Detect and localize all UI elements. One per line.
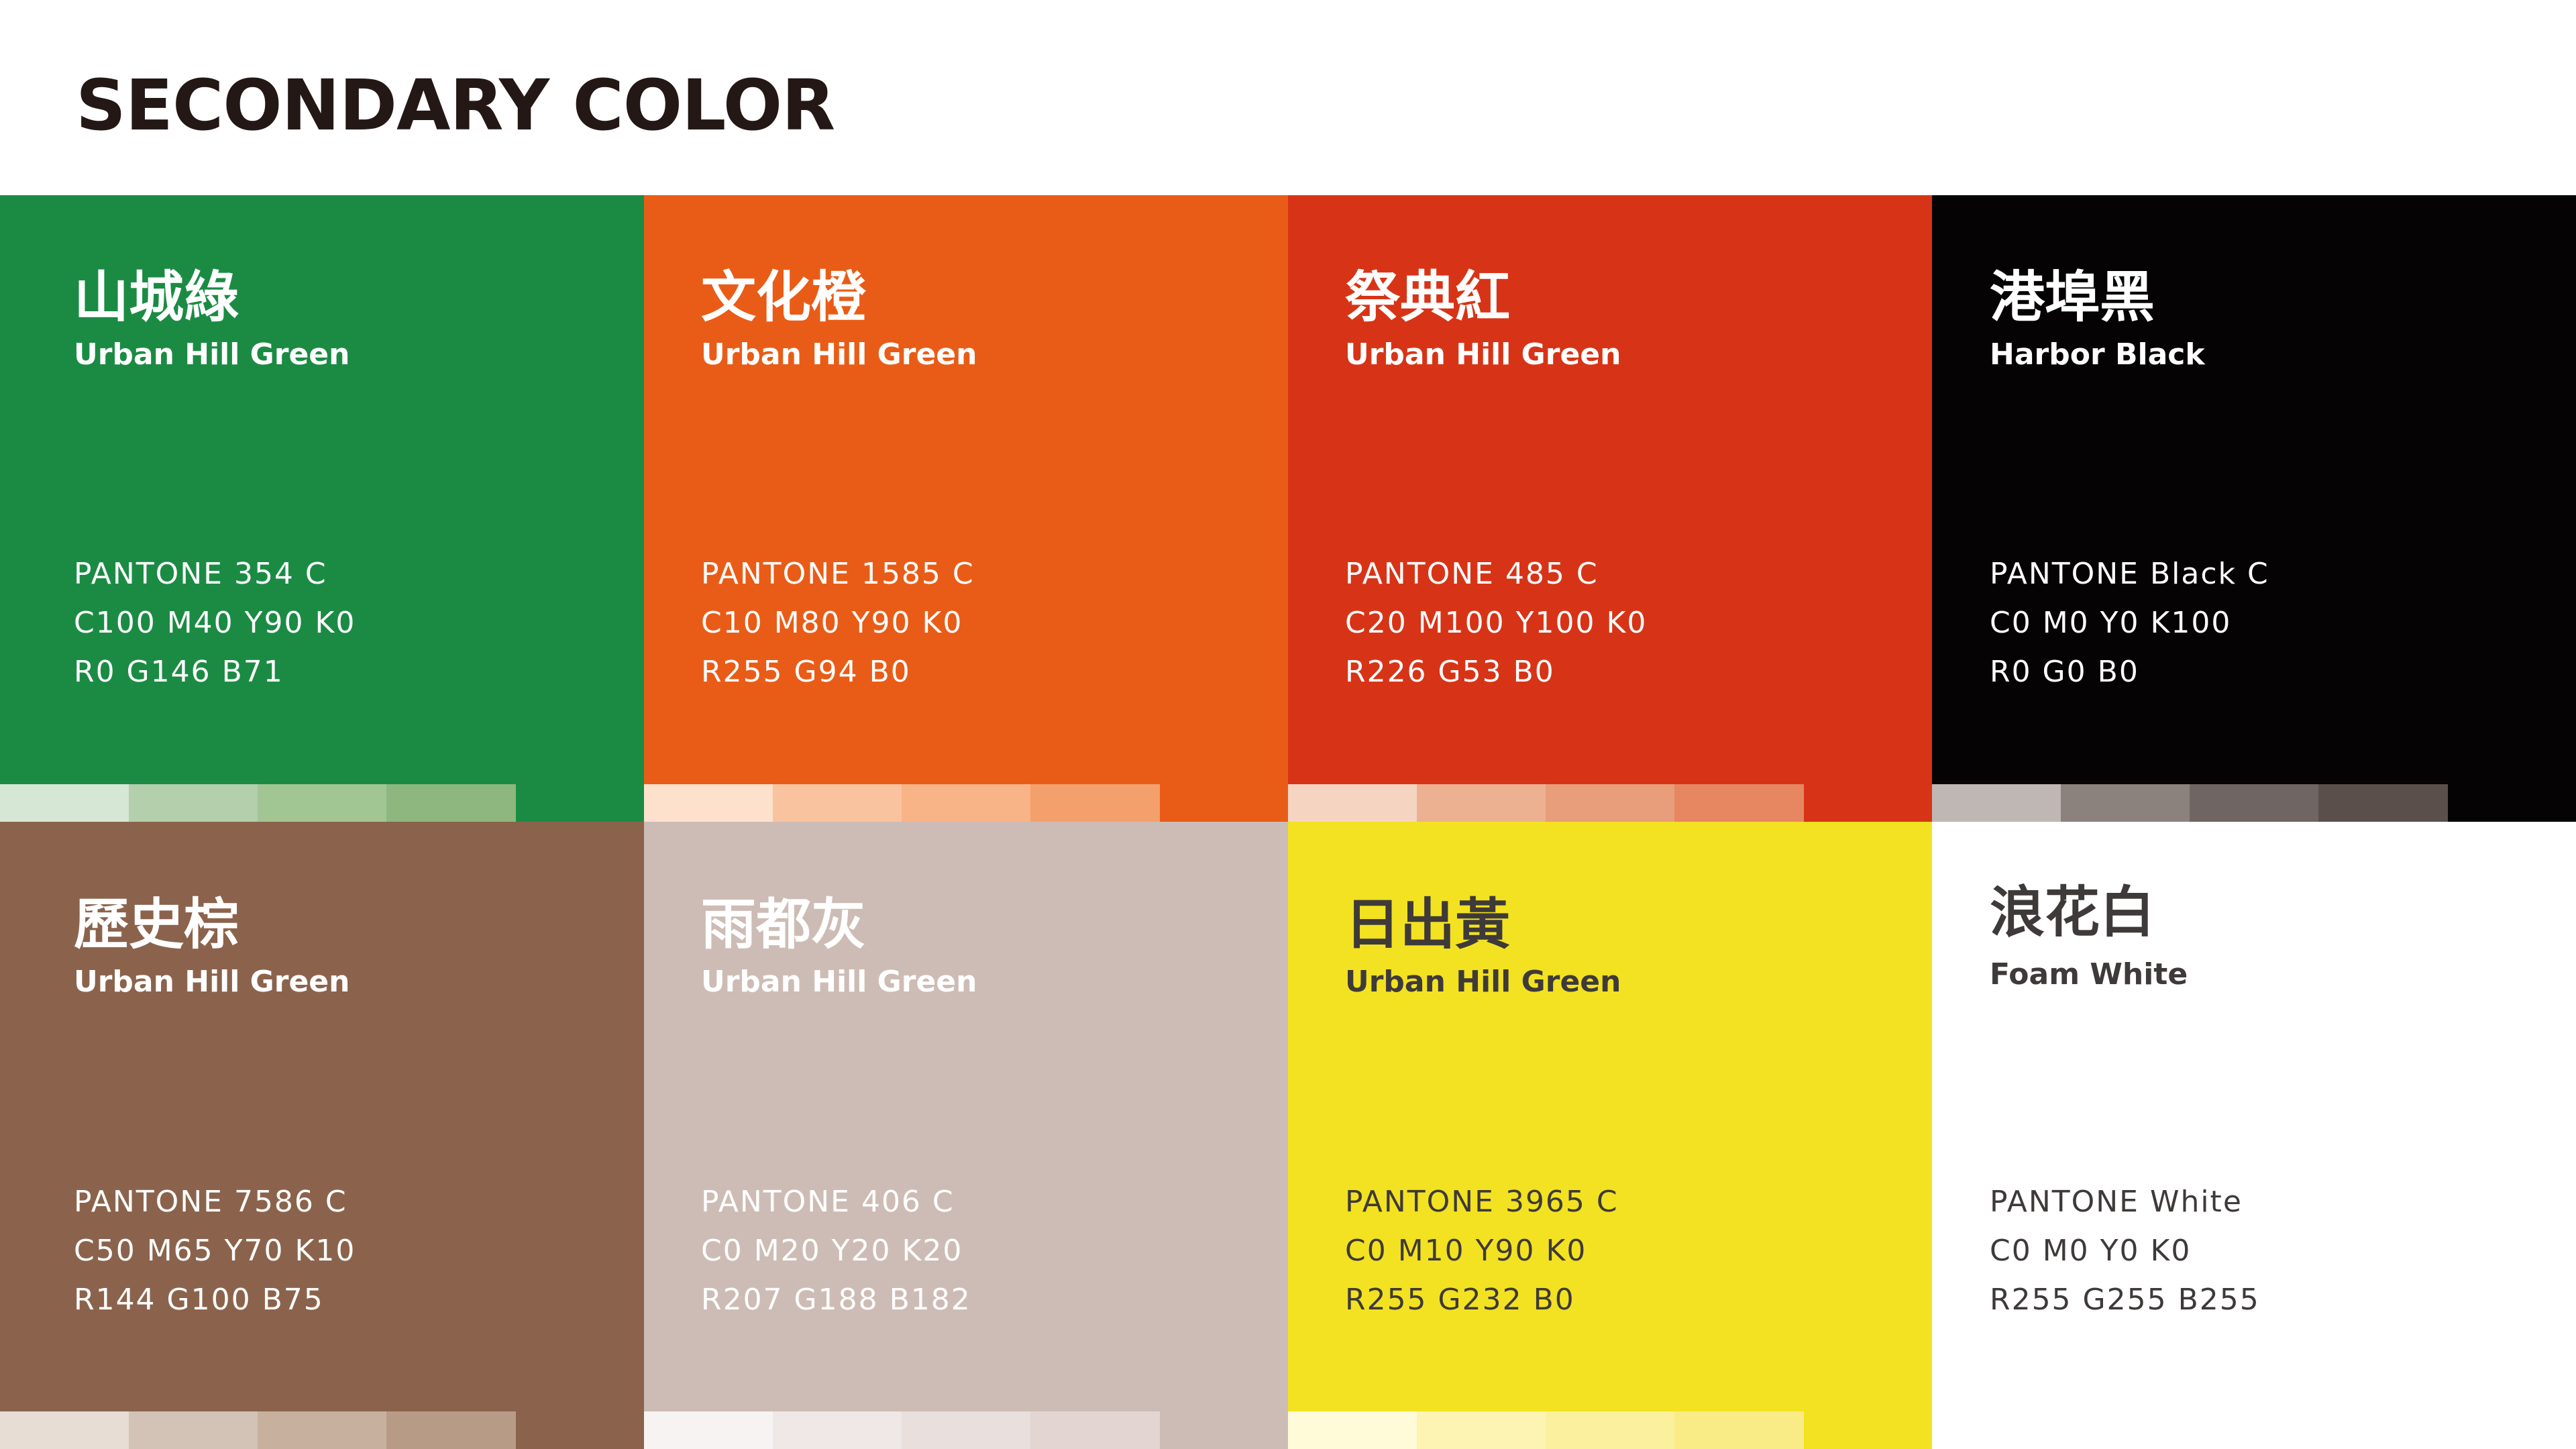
swatch-harbor-black: 港埠黑 Harbor Black PANTONE Black C C0 M0 Y… <box>1932 195 2576 822</box>
swatch-english-name: Foam White <box>1990 957 2188 991</box>
rgb-values: R226 G53 B0 <box>1345 655 1555 689</box>
tint-swatch-2 <box>129 784 258 822</box>
swatch-history-brown: 歷史棕 Urban Hill Green PANTONE 7586 C C50 … <box>0 822 644 1449</box>
cmyk-values: C0 M10 Y90 K0 <box>1345 1234 1587 1268</box>
tint-strip <box>644 784 1160 822</box>
swatch-chinese-name: 歷史棕 <box>74 893 239 957</box>
tint-swatch-1 <box>644 784 773 822</box>
rgb-values: R0 G146 B71 <box>74 655 284 689</box>
swatch-specs: PANTONE Black C C0 M0 Y0 K100 R0 G0 B0 <box>1990 549 2269 696</box>
tint-swatch-1 <box>0 784 129 822</box>
swatch-festival-red: 祭典紅 Urban Hill Green PANTONE 485 C C20 M… <box>1288 195 1932 822</box>
swatch-chinese-name: 祭典紅 <box>1345 266 1511 329</box>
tint-swatch-3 <box>1546 1411 1674 1449</box>
tint-swatch-1 <box>1288 1411 1417 1449</box>
tint-swatch-2 <box>773 784 902 822</box>
swatch-chinese-name: 文化橙 <box>701 266 867 329</box>
pantone-code: PANTONE 7586 C <box>74 1185 347 1219</box>
swatch-english-name: Urban Hill Green <box>1345 337 1621 372</box>
pantone-code: PANTONE White <box>1990 1185 2243 1219</box>
tint-strip <box>1288 784 1804 822</box>
tint-swatch-3 <box>258 1411 386 1449</box>
swatch-chinese-name: 浪花白 <box>1990 881 2155 945</box>
tint-swatch-1 <box>1932 784 2061 822</box>
pantone-code: PANTONE 354 C <box>74 557 327 591</box>
cmyk-values: C10 M80 Y90 K0 <box>701 606 963 640</box>
page-title: SECONDARY COLOR <box>76 64 835 146</box>
tint-swatch-4 <box>1030 1411 1160 1449</box>
swatch-english-name: Urban Hill Green <box>1345 965 1621 999</box>
swatch-specs: PANTONE 354 C C100 M40 Y90 K0 R0 G146 B7… <box>74 549 356 696</box>
swatch-specs: PANTONE 485 C C20 M100 Y100 K0 R226 G53 … <box>1345 549 1647 696</box>
tint-swatch-1 <box>1288 784 1417 822</box>
cmyk-values: C20 M100 Y100 K0 <box>1345 606 1648 640</box>
tint-swatch-3 <box>1546 784 1674 822</box>
tint-strip <box>644 1411 1160 1449</box>
color-swatch-grid: 山城綠 Urban Hill Green PANTONE 354 C C100 … <box>0 195 2576 1449</box>
swatch-english-name: Urban Hill Green <box>701 337 977 372</box>
tint-swatch-1 <box>644 1411 773 1449</box>
rgb-values: R255 G232 B0 <box>1345 1283 1575 1317</box>
tint-swatch-4 <box>1674 1411 1804 1449</box>
tint-swatch-2 <box>1417 784 1546 822</box>
tint-strip <box>0 1411 516 1449</box>
tint-swatch-2 <box>773 1411 902 1449</box>
pantone-code: PANTONE Black C <box>1990 557 2269 591</box>
cmyk-values: C100 M40 Y90 K0 <box>74 606 356 640</box>
swatch-english-name: Urban Hill Green <box>74 337 350 372</box>
swatch-english-name: Harbor Black <box>1990 337 2205 372</box>
swatch-chinese-name: 雨都灰 <box>701 893 867 957</box>
swatch-rain-city-gray: 雨都灰 Urban Hill Green PANTONE 406 C C0 M2… <box>644 822 1288 1449</box>
pantone-code: PANTONE 3965 C <box>1345 1185 1619 1219</box>
swatch-chinese-name: 港埠黑 <box>1990 266 2155 329</box>
rgb-values: R255 G94 B0 <box>701 655 911 689</box>
swatch-english-name: Urban Hill Green <box>74 965 350 999</box>
tint-swatch-3 <box>902 1411 1030 1449</box>
tint-swatch-4 <box>1030 784 1160 822</box>
cmyk-values: C0 M0 Y0 K100 <box>1990 606 2232 640</box>
cmyk-values: C0 M20 Y20 K20 <box>701 1234 963 1268</box>
tint-strip <box>1932 784 2448 822</box>
rgb-values: R0 G0 B0 <box>1990 655 2139 689</box>
tint-swatch-3 <box>902 784 1030 822</box>
tint-swatch-2 <box>2061 784 2190 822</box>
swatch-foam-white: 浪花白 Foam White PANTONE White C0 M0 Y0 K0… <box>1932 822 2576 1449</box>
swatch-specs: PANTONE 1585 C C10 M80 Y90 K0 R255 G94 B… <box>701 549 975 696</box>
tint-swatch-4 <box>386 784 516 822</box>
rgb-values: R255 G255 B255 <box>1990 1283 2260 1317</box>
tint-swatch-4 <box>1674 784 1804 822</box>
rgb-values: R144 G100 B75 <box>74 1283 324 1317</box>
tint-swatch-4 <box>386 1411 516 1449</box>
tint-strip <box>1288 1411 1804 1449</box>
pantone-code: PANTONE 406 C <box>701 1185 955 1219</box>
cmyk-values: C0 M0 Y0 K0 <box>1990 1234 2192 1268</box>
tint-swatch-4 <box>2318 784 2448 822</box>
swatch-specs: PANTONE 406 C C0 M20 Y20 K20 R207 G188 B… <box>701 1177 971 1324</box>
swatch-specs: PANTONE 7586 C C50 M65 Y70 K10 R144 G100… <box>74 1177 356 1324</box>
swatch-specs: PANTONE White C0 M0 Y0 K0 R255 G255 B255 <box>1990 1177 2260 1324</box>
tint-swatch-2 <box>1417 1411 1546 1449</box>
secondary-color-page: SECONDARY COLOR 山城綠 Urban Hill Green PAN… <box>0 0 2576 1449</box>
tint-swatch-3 <box>2190 784 2318 822</box>
swatch-urban-hill-green: 山城綠 Urban Hill Green PANTONE 354 C C100 … <box>0 195 644 822</box>
tint-strip <box>0 784 516 822</box>
tint-swatch-1 <box>0 1411 129 1449</box>
pantone-code: PANTONE 485 C <box>1345 557 1599 591</box>
swatch-chinese-name: 日出黃 <box>1345 893 1511 957</box>
swatch-specs: PANTONE 3965 C C0 M10 Y90 K0 R255 G232 B… <box>1345 1177 1619 1324</box>
swatch-sunrise-yellow: 日出黃 Urban Hill Green PANTONE 3965 C C0 M… <box>1288 822 1932 1449</box>
rgb-values: R207 G188 B182 <box>701 1283 971 1317</box>
tint-strip <box>1932 1411 2448 1449</box>
tint-swatch-2 <box>129 1411 258 1449</box>
pantone-code: PANTONE 1585 C <box>701 557 975 591</box>
tint-swatch-3 <box>258 784 386 822</box>
cmyk-values: C50 M65 Y70 K10 <box>74 1234 356 1268</box>
swatch-english-name: Urban Hill Green <box>701 965 977 999</box>
swatch-chinese-name: 山城綠 <box>74 266 239 329</box>
swatch-culture-orange: 文化橙 Urban Hill Green PANTONE 1585 C C10 … <box>644 195 1288 822</box>
